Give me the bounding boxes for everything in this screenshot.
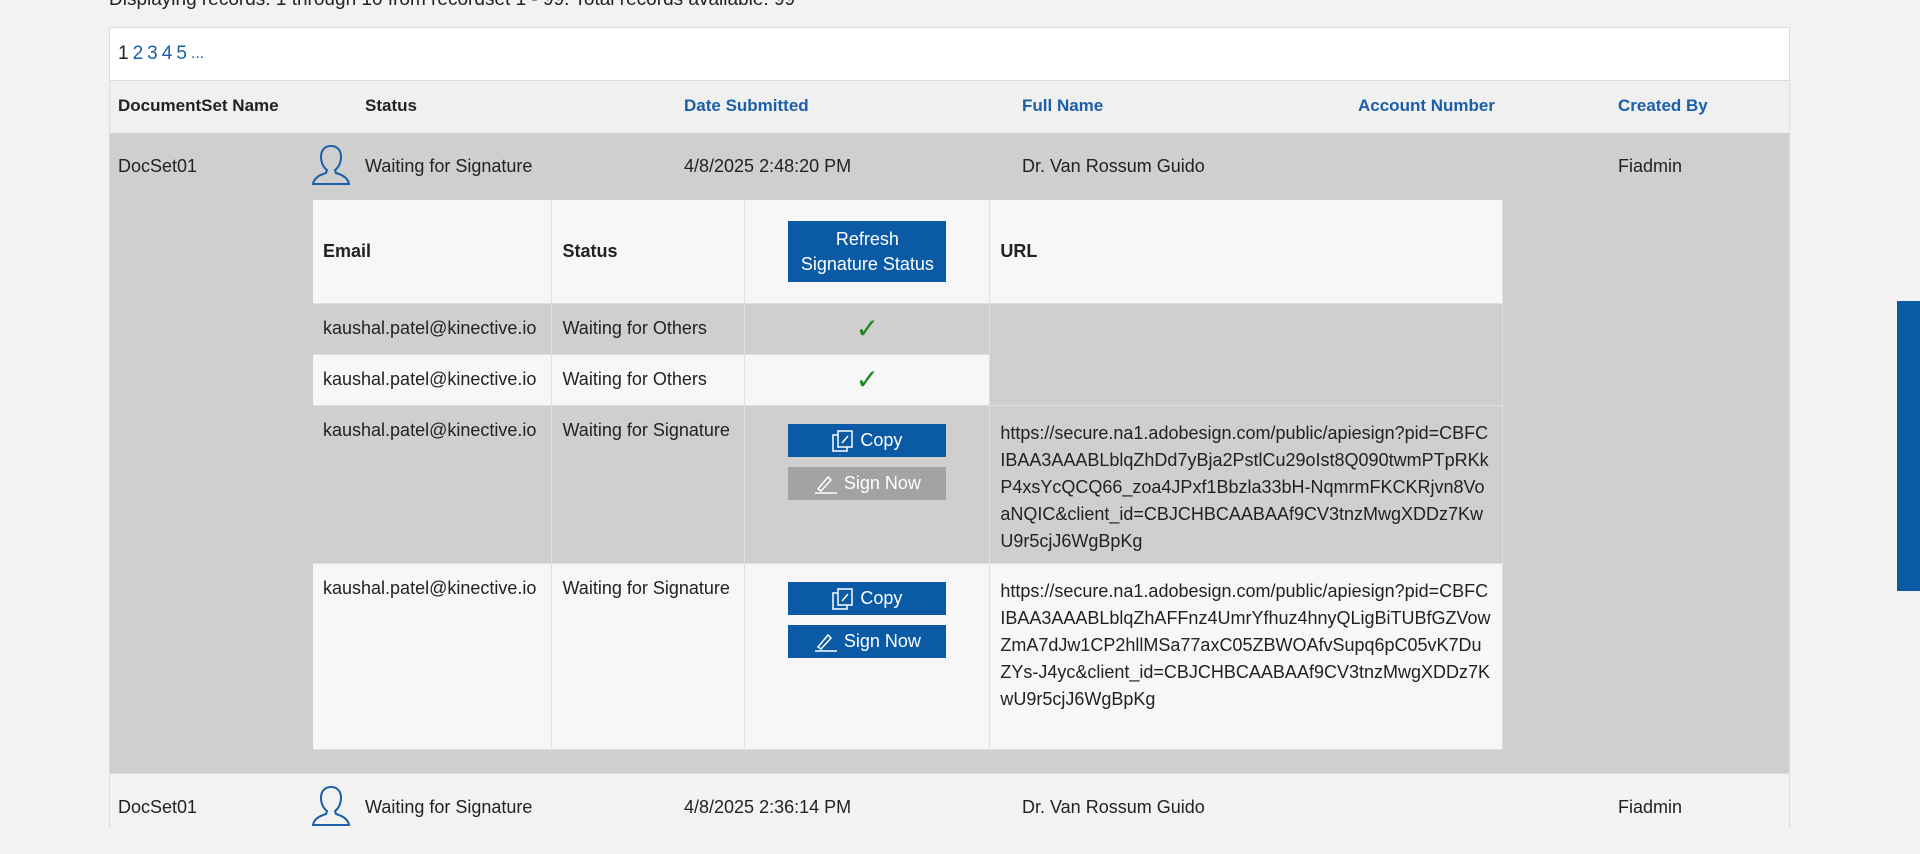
- created-by: Fiadmin: [1618, 797, 1683, 817]
- signer-url: [989, 303, 1503, 406]
- signer-email: kaushal.patel@kinective.io: [313, 405, 553, 564]
- full-name: Dr. Van Rossum Guido: [1022, 797, 1205, 817]
- signer-action-cell: ✓: [744, 354, 991, 406]
- copy-icon: [832, 429, 854, 452]
- detail-col-url: URL: [989, 200, 1503, 304]
- page-link-more[interactable]: ...: [191, 45, 204, 63]
- copy-label: Copy: [860, 430, 903, 450]
- signer-email: kaushal.patel@kinective.io: [313, 563, 553, 750]
- signer-status: Waiting for Signature: [551, 563, 746, 750]
- col-account-number[interactable]: Account Number: [1358, 96, 1495, 116]
- signer-action-cell: Copy Sign Now: [744, 563, 991, 750]
- page-link-3[interactable]: 3: [147, 43, 158, 65]
- signer-email: kaushal.patel@kinective.io: [313, 303, 553, 355]
- record-status: Waiting for Signature: [365, 797, 533, 817]
- refresh-signature-status-button[interactable]: Refresh Signature Status: [788, 221, 947, 282]
- signer-row: kaushal.patel@kinective.io Waiting for S…: [313, 405, 1503, 564]
- signer-status: Waiting for Signature: [551, 405, 746, 564]
- side-panel-tab[interactable]: [1897, 301, 1920, 591]
- col-created-by[interactable]: Created By: [1618, 96, 1708, 116]
- sign-now-button[interactable]: Sign Now: [788, 625, 947, 658]
- col-full-name[interactable]: Full Name: [1022, 96, 1103, 116]
- sign-now-label: Sign Now: [843, 631, 921, 651]
- copy-label: Copy: [860, 588, 903, 608]
- signer-user-icon[interactable]: [311, 784, 351, 826]
- copy-url-button[interactable]: Copy: [788, 424, 947, 457]
- full-name: Dr. Van Rossum Guido: [1022, 156, 1205, 176]
- table-row[interactable]: DocSet01 Waiting for Signature 4/8/2025 …: [110, 773, 1789, 854]
- record-status: Waiting for Signature: [365, 156, 533, 176]
- detail-col-email: Email: [313, 200, 553, 304]
- docset-name: DocSet01: [118, 797, 198, 817]
- signer-row: kaushal.patel@kinective.io Waiting for O…: [313, 303, 1503, 406]
- refresh-label-line2: Signature Status: [800, 253, 934, 274]
- page-link-1[interactable]: 1: [118, 43, 129, 65]
- signer-status: Waiting for Others: [551, 354, 746, 406]
- copy-icon: [832, 587, 854, 610]
- checkmark-icon: ✓: [855, 313, 880, 344]
- page-link-4[interactable]: 4: [162, 43, 173, 65]
- refresh-label-line1: Refresh: [835, 228, 899, 249]
- pen-icon: [814, 633, 837, 652]
- signer-email: kaushal.patel@kinective.io: [313, 354, 553, 406]
- col-docset-name: DocumentSet Name: [118, 96, 279, 115]
- signer-row: kaushal.patel@kinective.io Waiting for S…: [313, 563, 1503, 750]
- page-link-5[interactable]: 5: [176, 43, 187, 65]
- signer-user-icon[interactable]: [311, 143, 351, 185]
- pager: 1 2 3 4 5 ...: [110, 28, 1789, 81]
- signer-detail-table: Email Status Refresh Signature Status UR…: [313, 200, 1503, 750]
- signer-action-cell: Copy Sign Now: [744, 405, 991, 564]
- docset-name: DocSet01: [118, 156, 198, 176]
- checkmark-icon: ✓: [855, 364, 880, 395]
- pen-icon: [814, 475, 837, 494]
- detail-col-action: Refresh Signature Status: [744, 200, 991, 304]
- detail-col-status: Status: [551, 200, 746, 304]
- signer-url: https://secure.na1.adobesign.com/public/…: [989, 563, 1503, 750]
- signer-url: https://secure.na1.adobesign.com/public/…: [989, 405, 1503, 564]
- col-date-submitted[interactable]: Date Submitted: [684, 96, 809, 116]
- date-submitted: 4/8/2025 2:36:14 PM: [684, 797, 852, 817]
- copy-url-button[interactable]: Copy: [788, 582, 947, 615]
- created-by: Fiadmin: [1618, 156, 1683, 176]
- col-status: Status: [365, 96, 417, 115]
- table-header: DocumentSet Name Status Date Submitted F…: [110, 81, 1789, 133]
- sign-now-label: Sign Now: [843, 473, 921, 493]
- signer-status: Waiting for Others: [551, 303, 746, 355]
- records-summary: Displaying records: 1 through 10 from re…: [109, 0, 795, 11]
- signer-action-cell: ✓: [744, 303, 991, 355]
- page-link-2[interactable]: 2: [133, 43, 144, 65]
- sign-now-button[interactable]: Sign Now: [788, 467, 947, 500]
- date-submitted: 4/8/2025 2:48:20 PM: [684, 156, 852, 176]
- records-panel: 1 2 3 4 5 ... DocumentSet Name Status Da…: [109, 27, 1790, 854]
